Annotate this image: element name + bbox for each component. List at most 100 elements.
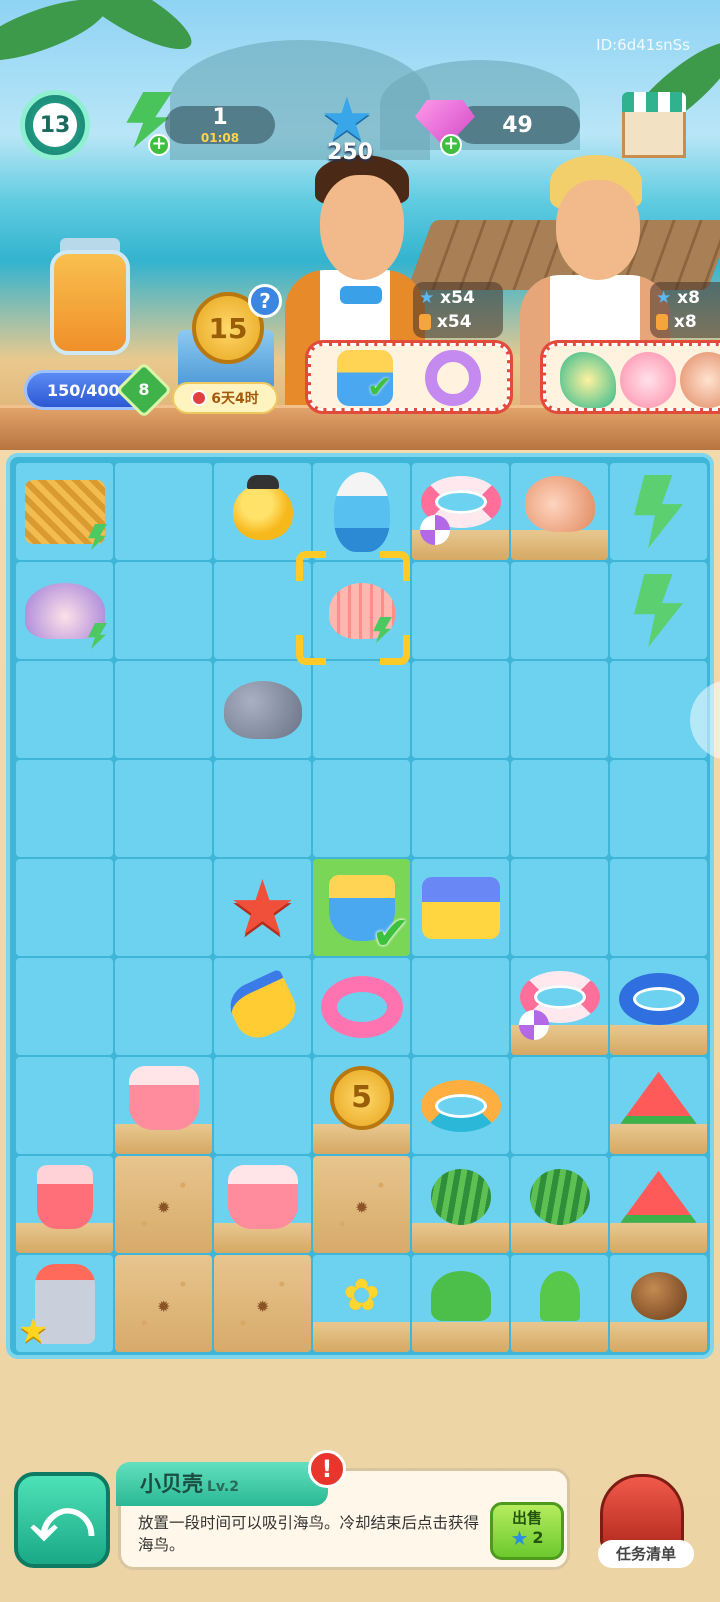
board-cell[interactable] [214,661,311,758]
flower-icon[interactable]: ✿ [343,1273,380,1318]
donut-float-icon[interactable] [420,1079,501,1132]
alert-icon[interactable]: ! [308,1450,346,1488]
board-cell[interactable]: ✔ [313,859,410,956]
board-cell[interactable] [313,760,410,857]
sell-button[interactable]: 出售 ★ 2 [490,1502,564,1560]
board-cell[interactable]: ★ [214,859,311,956]
board-cell[interactable] [511,760,608,857]
flamingo-float-icon[interactable] [320,975,403,1038]
board-cell[interactable] [610,1255,707,1352]
board-cell-sand[interactable]: ✹ [214,1255,311,1352]
board-cell[interactable] [412,661,509,758]
board-cell-sand[interactable]: ✹ [115,1255,212,1352]
board-cell[interactable] [610,562,707,659]
board-cell[interactable] [511,661,608,758]
rubber-duck-icon[interactable] [232,483,293,540]
task-list-button[interactable]: 任务清单 [598,1540,694,1568]
watermelon-slice-icon[interactable] [620,1071,697,1124]
board-cell[interactable] [115,1057,212,1154]
energy-counter[interactable]: 1 01:08 [165,106,275,144]
energy-pack-icon[interactable] [634,474,683,549]
juice-jar-icon[interactable] [50,250,130,355]
board-cell[interactable] [610,958,707,1055]
player-level-badge[interactable]: 13 [20,90,90,160]
board-cell[interactable] [412,760,509,857]
board-cell[interactable] [511,463,608,560]
board-cell[interactable] [511,562,608,659]
juice-pitcher-icon[interactable] [227,1164,298,1229]
board-cell[interactable] [115,958,212,1055]
shark-float-icon[interactable] [618,972,699,1025]
board-cell[interactable] [412,1156,509,1253]
board-cell[interactable] [115,760,212,857]
board-cell[interactable] [412,859,509,956]
watermelon-plant-icon[interactable] [529,1168,590,1225]
board-cell[interactable] [214,958,311,1055]
board-cell[interactable] [511,859,608,956]
order-1-panel[interactable]: ✔ [305,340,513,414]
starfish-icon[interactable]: ★ [228,869,296,946]
board-cell[interactable] [115,661,212,758]
board-cell[interactable] [610,1156,707,1253]
board-cell[interactable] [214,1057,311,1154]
seed-icon[interactable] [630,1271,687,1320]
order-2-panel[interactable] [540,340,720,414]
board-cell[interactable] [16,1156,113,1253]
board-cell[interactable] [610,463,707,560]
board-cell[interactable] [610,1057,707,1154]
board-cell[interactable] [16,859,113,956]
board-cell[interactable] [214,760,311,857]
board-cell[interactable] [115,463,212,560]
parrot-icon[interactable] [333,471,390,552]
board-cell[interactable] [412,958,509,1055]
board-cell[interactable] [313,562,410,659]
watermelon-juice-icon[interactable] [128,1065,199,1130]
board-cell[interactable] [511,1255,608,1352]
board-cell[interactable] [16,463,113,560]
shop-icon[interactable] [622,92,686,158]
board-cell[interactable] [313,463,410,560]
watermelon-icon[interactable] [430,1168,491,1225]
coin-icon[interactable]: 5 [329,1065,394,1130]
juice-glass-icon[interactable] [36,1164,93,1229]
plant-icon[interactable] [430,1270,491,1321]
add-gem-icon[interactable]: + [440,134,462,156]
board-cell[interactable] [214,463,311,560]
shovel-icon[interactable] [222,968,303,1045]
board-cell[interactable]: ✿ [313,1255,410,1352]
task-list-icon[interactable] [600,1474,684,1550]
add-energy-icon[interactable]: + [148,134,170,156]
gem-counter[interactable]: 49 [455,106,580,144]
board-cell[interactable] [16,661,113,758]
watermelon-plate-icon[interactable] [620,1170,697,1223]
board-cell[interactable] [313,958,410,1055]
board-cell-sand[interactable]: ✹ [313,1156,410,1253]
board-cell[interactable] [610,859,707,956]
board-cell[interactable] [412,463,509,560]
energy-pack-icon[interactable] [634,573,683,648]
board-cell[interactable] [16,958,113,1055]
board-cell[interactable] [16,760,113,857]
board-cell[interactable] [511,1156,608,1253]
board-cell[interactable] [16,1057,113,1154]
board-cell[interactable] [16,562,113,659]
board-cell[interactable] [313,661,410,758]
board-cell-sand[interactable]: ✹ [115,1156,212,1253]
board-cell[interactable] [511,1057,608,1154]
board-cell[interactable] [412,562,509,659]
help-icon[interactable]: ? [248,284,282,318]
board-cell[interactable] [115,562,212,659]
board-cell[interactable] [511,958,608,1055]
back-button[interactable]: ⤺ [14,1472,110,1568]
board-cell[interactable] [412,1057,509,1154]
sprout-icon[interactable] [539,1270,580,1321]
rock-icon[interactable] [223,680,302,739]
board-cell[interactable] [214,1156,311,1253]
board-cell[interactable] [115,859,212,956]
board-cell[interactable]: ★ [16,1255,113,1352]
board-cell[interactable] [214,562,311,659]
conch-shell-icon[interactable] [524,475,595,532]
toy-truck-icon[interactable] [421,876,500,939]
board-cell[interactable] [610,760,707,857]
board-cell[interactable]: 5 [313,1057,410,1154]
